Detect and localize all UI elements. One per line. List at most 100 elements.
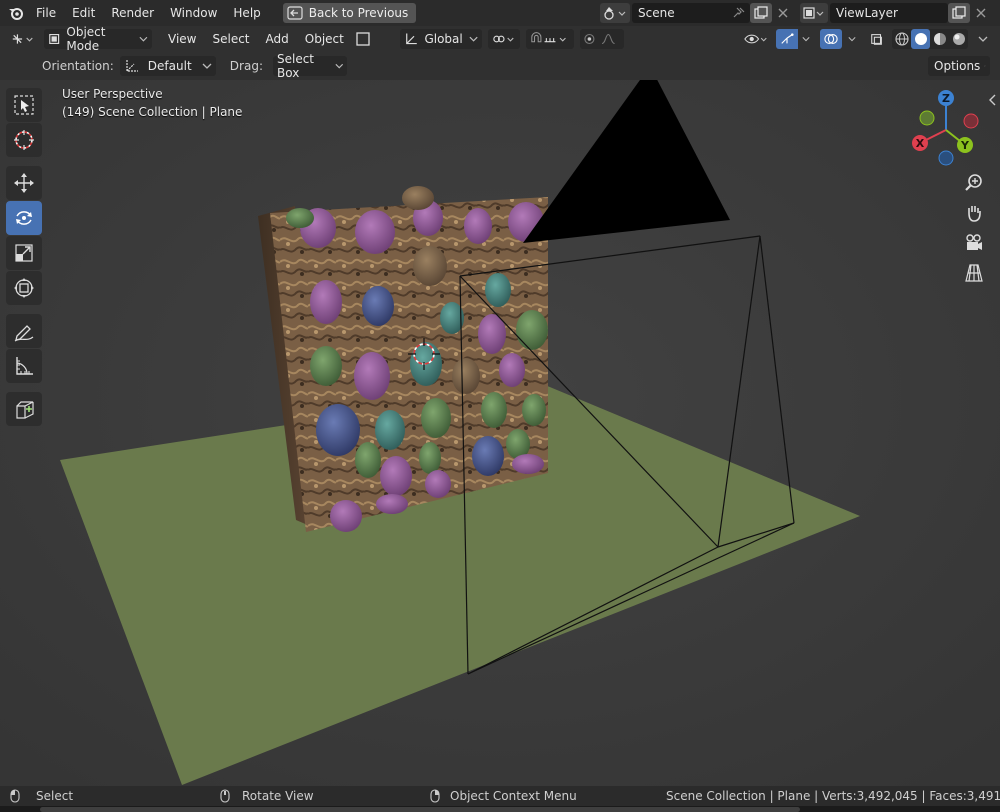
status-stats-text: Scene Collection | Plane | Verts:3,492,0… xyxy=(666,789,1000,803)
scene-name-text: Scene xyxy=(638,6,675,20)
back-to-previous-label: Back to Previous xyxy=(308,6,409,20)
material-shading-button[interactable] xyxy=(930,29,949,49)
menu-edit[interactable]: Edit xyxy=(64,2,103,24)
scale-icon xyxy=(15,244,33,262)
wireframe-sphere-icon xyxy=(894,32,909,46)
transform-tool[interactable] xyxy=(6,271,42,305)
rotate-tool[interactable] xyxy=(6,201,42,235)
proportional-editing-button[interactable] xyxy=(579,29,624,49)
viewport-toggle-button[interactable] xyxy=(352,29,374,49)
bottom-scrollbar[interactable] xyxy=(40,807,800,812)
chevron-down-icon xyxy=(334,63,343,69)
xray-toggle-button[interactable] xyxy=(866,29,888,49)
add-cube-icon xyxy=(16,401,34,419)
pivot-icon xyxy=(493,35,514,43)
gizmo-dropdown[interactable] xyxy=(798,29,814,49)
measure-ruler-icon xyxy=(16,357,33,375)
close-icon xyxy=(976,8,986,18)
add-cube-tool[interactable] xyxy=(6,392,42,426)
mouse-middle-icon xyxy=(220,789,230,803)
rendered-shading-button[interactable] xyxy=(949,29,968,49)
duplicate-icon xyxy=(952,6,966,19)
menu-window[interactable]: Window xyxy=(162,2,225,24)
overlays-dropdown[interactable] xyxy=(844,29,860,49)
new-scene-button[interactable] xyxy=(750,3,772,23)
chevron-down-icon xyxy=(469,36,478,42)
select-box-tool[interactable] xyxy=(6,88,42,122)
orientation-label: Orientation: xyxy=(42,59,114,73)
mode-label: Object Mode xyxy=(66,25,106,53)
overlays-toggle-button[interactable] xyxy=(820,29,842,49)
gizmo-z-negative-handle[interactable] xyxy=(938,150,954,166)
scene-browse-button[interactable] xyxy=(600,3,630,23)
blender-logo-icon[interactable] xyxy=(4,0,28,26)
delete-view-layer-button[interactable] xyxy=(970,3,992,23)
scene-icon xyxy=(604,7,626,20)
sidebar-toggle-arrow[interactable] xyxy=(988,94,998,106)
menu-render[interactable]: Render xyxy=(103,2,162,24)
scale-tool[interactable] xyxy=(6,236,42,270)
3d-viewport-icon xyxy=(12,34,33,44)
bottom-scroll-strip xyxy=(0,806,1000,812)
pivot-point-dropdown[interactable] xyxy=(487,29,520,49)
snap-magnet-icon xyxy=(531,32,566,43)
rotate-icon xyxy=(16,211,32,225)
pan-button[interactable] xyxy=(960,200,988,226)
viewport-header: Object Mode View Select Add Object Globa… xyxy=(0,25,1000,53)
drag-label: Drag: xyxy=(229,59,263,73)
zoom-button[interactable] xyxy=(960,170,988,196)
hand-icon xyxy=(968,206,981,222)
eye-icon xyxy=(744,34,767,44)
select-box-icon xyxy=(14,95,34,115)
wireframe-shading-button[interactable] xyxy=(892,29,911,49)
solid-shading-button[interactable] xyxy=(911,29,930,49)
header-menu-object[interactable]: Object xyxy=(297,28,352,50)
gizmo-y-negative-handle[interactable] xyxy=(919,110,935,126)
transform-icon xyxy=(14,278,34,298)
grid-perspective-icon xyxy=(965,264,983,282)
chevron-down-icon xyxy=(802,37,810,42)
menu-file[interactable]: File xyxy=(28,2,64,24)
cursor-icon xyxy=(14,130,34,150)
close-icon xyxy=(778,8,788,18)
scene-pin-icon[interactable] xyxy=(728,3,750,23)
view-layer-text: ViewLayer xyxy=(836,6,898,20)
editor-type-button[interactable] xyxy=(6,29,40,49)
square-icon xyxy=(356,32,370,46)
status-context-label: Object Context Menu xyxy=(450,789,577,803)
navigation-gizmo[interactable]: Z X Y xyxy=(906,88,986,168)
header-menu-select[interactable]: Select xyxy=(204,28,257,50)
menu-help[interactable]: Help xyxy=(225,2,268,24)
perspective-toggle-button[interactable] xyxy=(960,260,988,286)
gizmo-toggle-button[interactable] xyxy=(776,29,798,49)
global-axes-icon xyxy=(405,33,417,45)
snap-dropdown[interactable] xyxy=(525,29,574,49)
header-menu-add[interactable]: Add xyxy=(258,28,297,50)
delete-scene-button[interactable] xyxy=(772,3,794,23)
camera-view-button[interactable] xyxy=(960,230,988,256)
annotate-pencil-icon xyxy=(14,325,34,342)
view-layer-field[interactable]: ViewLayer xyxy=(830,3,948,23)
viewport-collection-info: (149) Scene Collection | Plane xyxy=(62,105,243,119)
shading-options-dropdown[interactable] xyxy=(974,29,994,49)
3d-viewport[interactable]: User Perspective (149) Scene Collection … xyxy=(0,80,1000,786)
measure-tool[interactable] xyxy=(6,349,42,383)
annotate-tool[interactable] xyxy=(6,314,42,348)
back-to-previous-button[interactable]: Back to Previous xyxy=(282,3,417,23)
view-layer-browse-button[interactable] xyxy=(800,3,828,23)
viewport-perspective-label: User Perspective xyxy=(62,87,163,101)
header-menu-view[interactable]: View xyxy=(160,28,204,50)
cursor-tool[interactable] xyxy=(6,123,42,157)
drag-dropdown[interactable]: Select Box xyxy=(272,52,347,80)
visibility-dropdown[interactable] xyxy=(740,29,772,49)
overlays-icon xyxy=(824,34,838,44)
orientation-dropdown[interactable]: Default xyxy=(119,56,216,76)
duplicate-icon xyxy=(754,6,768,19)
move-tool[interactable] xyxy=(6,166,42,200)
options-dropdown[interactable]: Options xyxy=(928,56,990,76)
transform-orientation-dropdown[interactable]: Global xyxy=(399,29,482,49)
mode-dropdown[interactable]: Object Mode xyxy=(44,25,152,53)
left-toolbar xyxy=(6,88,44,427)
gizmo-x-negative-handle[interactable] xyxy=(963,113,979,129)
new-view-layer-button[interactable] xyxy=(948,3,970,23)
